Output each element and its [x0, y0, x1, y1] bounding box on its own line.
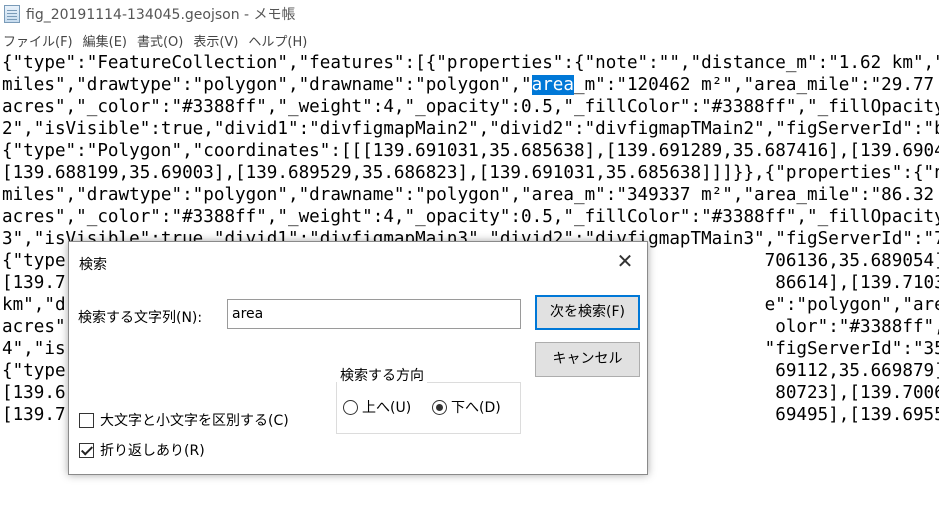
search-input[interactable]	[227, 299, 521, 329]
direction-label: 検索する方向	[337, 365, 427, 385]
editor-line: acres","_color":"#3388ff","_weight":4,"_…	[2, 207, 939, 227]
direction-up-option[interactable]: 上へ(U)	[343, 397, 411, 417]
editor-line: {"type":"Polygon","coordinates":[[[139.6…	[2, 141, 939, 161]
radio-up-label: 上へ(U)	[362, 400, 412, 416]
editor-line: miles","drawtype":"polygon","drawname":"…	[2, 185, 935, 205]
menu-bar: ファイル(F) 編集(E) 書式(O) 表示(V) ヘルプ(H)	[0, 28, 939, 52]
menu-edit[interactable]: 編集(E)	[81, 31, 129, 50]
radio-down-label: 下へ(D)	[451, 400, 501, 416]
line-text-after: _m":"120462 m²","area_mile":"29.77	[574, 75, 935, 95]
wrap-checkbox[interactable]	[79, 442, 94, 458]
editor-line-highlighted: miles","drawtype":"polygon","drawname":"…	[2, 74, 934, 96]
cancel-button[interactable]: キャンセル	[535, 342, 640, 377]
editor-line: [139.688199,35.69003],[139.689529,35.686…	[2, 163, 939, 183]
direction-down-option[interactable]: 下へ(D)	[432, 397, 501, 417]
window-title: fig_20191114-134045.geojson - メモ帳	[26, 7, 296, 23]
editor-line: 2","isVisible":true,"divid1":"divfigmapM…	[2, 119, 939, 139]
dialog-title: 検索	[79, 257, 107, 273]
title-bar: fig_20191114-134045.geojson - メモ帳	[0, 0, 939, 28]
search-label: 検索する文字列(N):	[78, 310, 203, 326]
find-dialog: 検索 ✕ 検索する文字列(N): 次を検索(F) キャンセル 検索する方向 上へ…	[68, 241, 648, 475]
wrap-option[interactable]: 折り返しあり(R)	[79, 440, 205, 460]
close-icon[interactable]: ✕	[613, 250, 637, 274]
menu-format[interactable]: 書式(O)	[135, 31, 185, 50]
match-case-checkbox[interactable]	[79, 412, 94, 428]
match-case-label: 大文字と小文字を区別する(C)	[100, 413, 289, 429]
line-text-before: miles","drawtype":"polygon","drawname":"…	[2, 75, 532, 95]
editor-line: acres","_color":"#3388ff","_weight":4,"_…	[2, 97, 939, 117]
editor-line: {"type":"FeatureCollection","features":[…	[2, 53, 939, 73]
search-match-highlight: area	[531, 75, 574, 95]
menu-help[interactable]: ヘルプ(H)	[246, 31, 309, 50]
radio-down[interactable]	[432, 399, 447, 415]
wrap-label: 折り返しあり(R)	[100, 443, 205, 459]
notepad-icon	[4, 5, 20, 23]
find-next-button[interactable]: 次を検索(F)	[535, 295, 640, 330]
radio-up[interactable]	[343, 399, 358, 415]
match-case-option[interactable]: 大文字と小文字を区別する(C)	[79, 410, 289, 430]
menu-view[interactable]: 表示(V)	[191, 31, 240, 50]
menu-file[interactable]: ファイル(F)	[1, 31, 75, 50]
